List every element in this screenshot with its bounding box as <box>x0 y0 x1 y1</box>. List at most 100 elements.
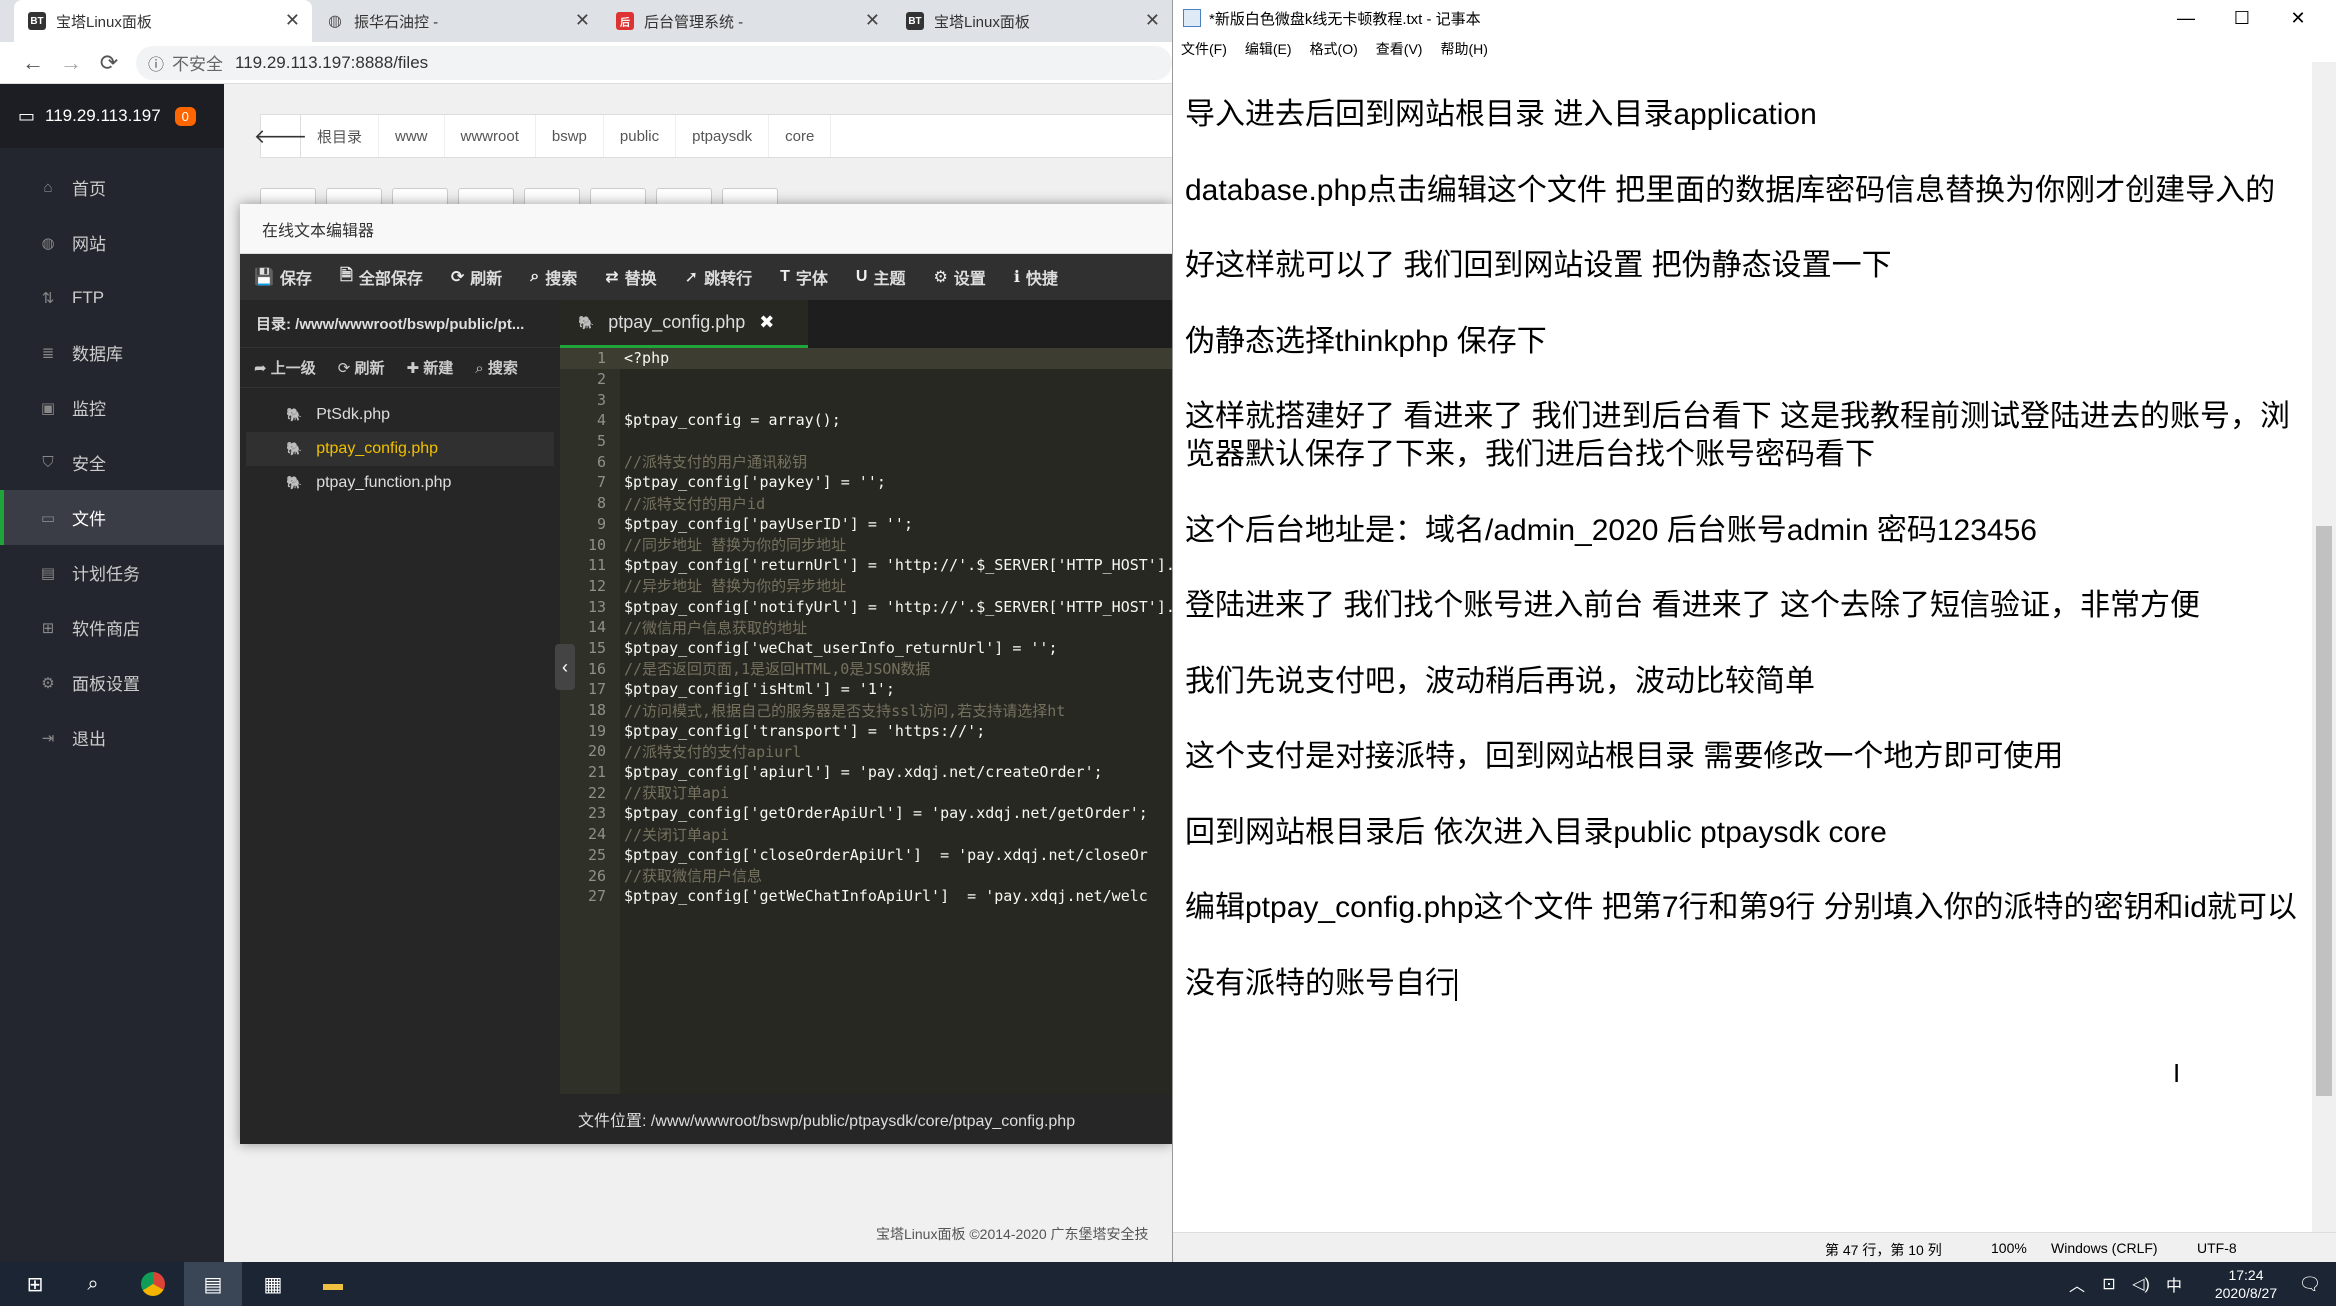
font-button[interactable]: T 字体 <box>766 265 842 289</box>
gear-icon: ⚙ <box>41 674 55 692</box>
sidebar-item-8[interactable]: ⊞ 软件商店 <box>0 600 224 655</box>
goto-line-button[interactable]: ➚ 跳转行 <box>671 265 766 289</box>
toolbar-label: 设置 <box>953 271 986 288</box>
notification-icon[interactable]: 🗨 <box>2288 1262 2332 1306</box>
notepad-menu-item[interactable]: 编辑(E) <box>1245 39 1292 59</box>
code-text: $ptpay_config['notifyUrl'] = 'http://'.$… <box>624 597 1172 616</box>
paragraph-text: 没有派特的账号自行 <box>1185 966 1455 1000</box>
tab-label: 宝塔Linux面板 <box>56 13 152 31</box>
sidebar-item-5[interactable]: ⛉ 安全 <box>0 435 224 490</box>
line-number: 27 <box>587 887 606 906</box>
close-icon[interactable]: ✕ <box>2270 0 2326 36</box>
sidebar-item-0[interactable]: ⌂ 首页 <box>0 160 224 215</box>
toolbar-label: 字体 <box>795 271 828 288</box>
notepad-menu-item[interactable]: 格式(O) <box>1310 39 1358 59</box>
vertical-scrollbar[interactable] <box>2312 62 2336 1232</box>
app-taskbar-icon[interactable]: ▦ <box>244 1262 302 1306</box>
shortcuts-button[interactable]: ℹ 快捷 <box>1000 265 1072 289</box>
input-method-indicator[interactable]: 中 <box>2158 1262 2190 1306</box>
up-level-button[interactable]: ➦ 上一级 <box>254 357 316 378</box>
notepad-taskbar-icon[interactable]: ▤ <box>184 1262 242 1306</box>
browser-tab-3[interactable]: 后 后台管理系统 - ✕ <box>602 0 892 42</box>
search-button[interactable]: ⌕ 搜索 <box>516 265 591 289</box>
sidebar-item-7[interactable]: ▤ 计划任务 <box>0 545 224 600</box>
volume-icon[interactable]: ◁) <box>2126 1262 2156 1306</box>
breadcrumb-item[interactable]: ptpaysdk <box>676 115 770 157</box>
refresh-button[interactable]: ⟳ 刷新 <box>437 265 516 289</box>
cursor-position: 第 47 行，第 10 列 <box>1825 1242 1942 1258</box>
back-arrow-icon[interactable]: ← <box>14 50 52 76</box>
replace-button[interactable]: ⇄ 替换 <box>591 265 670 289</box>
file-item[interactable]: 🐘 ptpay_config.php <box>246 432 554 466</box>
tree-new-button[interactable]: ✚ 新建 <box>407 357 454 378</box>
file-explorer-icon[interactable]: ▬ <box>304 1262 362 1306</box>
reload-icon[interactable]: ⟳ <box>90 50 128 76</box>
breadcrumb-item[interactable]: bswp <box>536 115 604 157</box>
notepad-menu-item[interactable]: 文件(F) <box>1181 39 1227 59</box>
notepad-paragraph: 登陆进来了 我们找个账号进入前台 看进来了 这个去除了短信验证，非常方便 <box>1185 587 2299 625</box>
tree-search-button[interactable]: ⌕ 搜索 <box>475 357 518 378</box>
breadcrumb-item[interactable]: core <box>769 115 832 157</box>
code-content[interactable]: 1 <?php 2 3 4 $ptpay_config = array(); 5 6 //派特支… <box>560 348 1172 907</box>
url-field[interactable]: ⓘ 不安全 119.29.113.197:8888/files <box>136 45 1172 80</box>
network-icon[interactable]: ⊡ <box>2094 1262 2124 1306</box>
code-line: 14 //微信用户信息获取的地址 <box>560 617 1172 638</box>
scrollbar-thumb[interactable] <box>2316 526 2332 1096</box>
notepad-menu-item[interactable]: 帮助(H) <box>1440 39 1487 59</box>
browser-tab-2[interactable]: ◍ 振华石油控 - ✕ <box>312 0 602 42</box>
system-clock[interactable]: 17:24 2020/8/27 <box>2206 1266 2286 1302</box>
collapse-tree-chevron-icon[interactable]: ‹ <box>555 644 575 690</box>
sidebar-item-10[interactable]: ⇥ 退出 <box>0 710 224 765</box>
editor-title: 在线文本编辑器 <box>240 204 1172 254</box>
breadcrumb-item[interactable]: public <box>604 115 677 157</box>
save-all-button[interactable]: 🗎 全部保存 <box>326 264 437 291</box>
browser-window: BT 宝塔Linux面板 ✕ ◍ 振华石油控 - ✕ 后 后台管理系统 - ✕ … <box>0 0 1172 1262</box>
line-number: 20 <box>587 742 606 761</box>
theme-button[interactable]: U 主题 <box>842 265 920 289</box>
save-button[interactable]: 💾 保存 <box>240 265 326 289</box>
start-windows-icon[interactable]: ⊞ <box>6 1262 64 1306</box>
settings-button[interactable]: ⚙ 设置 <box>919 265 999 289</box>
back-arrow-icon[interactable]: 🡐 <box>254 115 307 157</box>
close-icon[interactable]: ✕ <box>1145 10 1160 31</box>
browser-tab-4[interactable]: BT 宝塔Linux面板 ✕ <box>892 0 1172 42</box>
search-icon[interactable]: ⌕ <box>64 1262 122 1306</box>
breadcrumb-item[interactable]: www <box>379 115 445 157</box>
tree-refresh-button[interactable]: ⟳ 刷新 <box>338 357 385 378</box>
sidebar-item-4[interactable]: ▣ 监控 <box>0 380 224 435</box>
line-number: 7 <box>596 473 606 492</box>
close-icon[interactable]: ✖ <box>759 312 774 333</box>
file-item[interactable]: 🐘 ptpay_function.php <box>246 466 554 500</box>
paragraph-text: 我们先说支付吧，波动稍后再说，波动比较简单 <box>1185 664 1815 698</box>
breadcrumb-item[interactable]: 根目录 <box>301 115 380 157</box>
forward-arrow-icon[interactable]: → <box>52 50 90 76</box>
paragraph-text: 伪静态选择thinkphp 保存下 <box>1185 324 1547 358</box>
browser-tab-baota[interactable]: BT 宝塔Linux面板 ✕ <box>14 0 312 42</box>
maximize-icon[interactable]: ☐ <box>2214 0 2270 36</box>
file-item[interactable]: 🐘 PtSdk.php <box>246 398 554 432</box>
code-line: 4 $ptpay_config = array(); <box>560 410 1172 431</box>
sidebar-item-2[interactable]: ⇅ FTP <box>0 270 224 325</box>
sidebar-item-3[interactable]: ≣ 数据库 <box>0 325 224 380</box>
file-name: ptpay_function.php <box>316 474 452 491</box>
tray-chevron-up-icon[interactable]: ︿ <box>2062 1262 2092 1306</box>
breadcrumb-item[interactable]: wwwroot <box>445 115 536 157</box>
notepad-text-area[interactable]: 导入进去后回到网站根目录 进入目录application database.php… <box>1173 62 2311 1232</box>
code-tab-active[interactable]: 🐘 ptpay_config.php ✖ <box>560 300 808 348</box>
minimize-icon[interactable]: — <box>2158 0 2214 36</box>
font-icon: T <box>780 268 790 285</box>
code-text: //是否返回页面,1是返回HTML,0是JSON数据 <box>624 660 931 679</box>
sidebar-item-9[interactable]: ⚙ 面板设置 <box>0 655 224 710</box>
sidebar-item-6[interactable]: ▭ 文件 <box>0 490 224 545</box>
sidebar-item-1[interactable]: ◍ 网站 <box>0 215 224 270</box>
close-icon[interactable]: ✕ <box>865 10 880 31</box>
notepad-menu-item[interactable]: 查看(V) <box>1376 39 1423 59</box>
close-icon[interactable]: ✕ <box>285 10 300 31</box>
close-icon[interactable]: ✕ <box>575 10 590 31</box>
message-badge[interactable]: 0 <box>174 106 196 126</box>
paragraph-text: 这个后台地址是：域名/admin_2020 后台账号admin 密码123456 <box>1185 513 2037 547</box>
code-line: 22 //获取订单api <box>560 782 1172 803</box>
code-text: $ptpay_config = array(); <box>624 411 841 430</box>
code-text: //关闭订单api <box>624 825 730 844</box>
chrome-icon[interactable] <box>124 1262 182 1306</box>
